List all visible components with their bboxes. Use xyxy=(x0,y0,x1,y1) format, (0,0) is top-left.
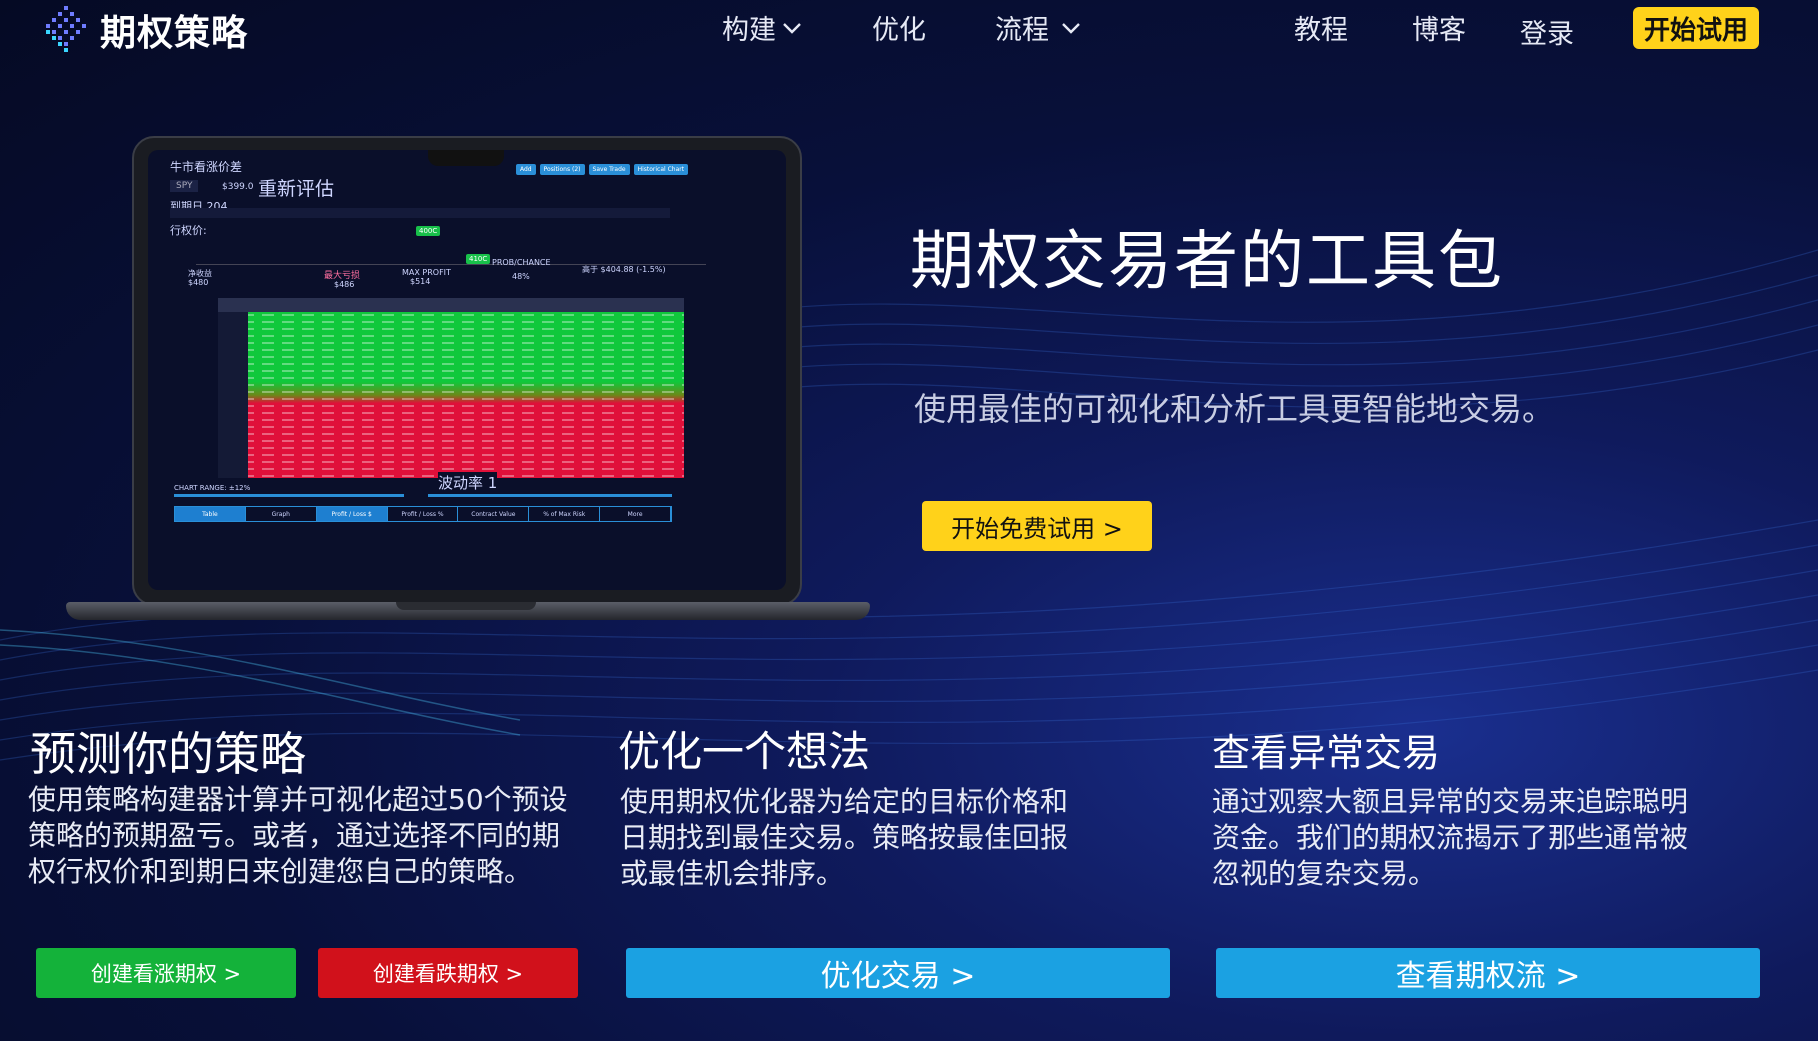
nav-optimize[interactable]: 优化 xyxy=(872,8,926,47)
feature-desc-optimize: 使用期权优化器为给定的目标价格和 日期找到最佳交易。策略按最佳回报 或最佳机会排… xyxy=(620,784,1068,892)
screen-max-profit-label: MAX PROFIT xyxy=(402,268,451,277)
nav-build[interactable]: 构建 xyxy=(722,8,802,47)
nav-login-label: 登录 xyxy=(1520,19,1574,50)
feature-desc-line: 忽视的复杂交易。 xyxy=(1212,857,1437,890)
nav-blog[interactable]: 博客 xyxy=(1412,8,1466,47)
feature-title-forecast: 预测你的策略 xyxy=(30,727,306,781)
feature-desc-line: 日期找到最佳交易。策略按最佳回报 xyxy=(620,821,1069,854)
create-call-button[interactable]: 创建看涨期权 > xyxy=(36,948,296,998)
screen-volatility-slider xyxy=(428,494,672,497)
feature-desc-line: 使用期权优化器为给定的目标价格和 xyxy=(620,785,1069,818)
app-screenshot: 牛市看涨价差 SPY $399.0 重新评估 到期日 204 行权价: Add … xyxy=(148,150,786,590)
feature-desc-line: 资金。我们的期权流揭示了那些通常被 xyxy=(1212,821,1689,854)
screen-tab: Contract Value xyxy=(458,507,530,521)
nav-build-label: 构建 xyxy=(722,15,776,46)
nav-flow[interactable]: 流程 xyxy=(995,8,1081,47)
screen-net-value: $480 xyxy=(188,278,209,287)
hero-title: 期权交易者的工具包 xyxy=(910,225,1504,299)
laptop-lid: 牛市看涨价差 SPY $399.0 重新评估 到期日 204 行权价: Add … xyxy=(132,136,802,606)
screen-max-loss-value: $486 xyxy=(334,280,355,289)
nav-tutorials-label: 教程 xyxy=(1294,15,1348,46)
screen-ticker: SPY xyxy=(170,180,199,192)
free-trial-button[interactable]: 开始免费试用 > xyxy=(922,501,1152,551)
screen-toolbar-button: Add xyxy=(516,164,536,175)
screen-toolbar-button: Historical Chart xyxy=(633,164,689,175)
screen-toolbar-button: Positions (2) xyxy=(539,164,585,175)
screen-strike-label: 行权价: xyxy=(170,224,207,237)
brand-name: 期权策略 xyxy=(100,13,249,54)
screen-tab: % of Max Risk xyxy=(529,507,601,521)
screen-prob-value: 48% xyxy=(512,272,530,281)
screen-tab: Table xyxy=(175,507,246,521)
brand-logo[interactable]: 期权策略 xyxy=(40,4,248,56)
screen-price: $399.0 xyxy=(222,182,254,192)
chevron-down-icon xyxy=(783,22,801,34)
feature-desc-line: 或最佳机会排序。 xyxy=(620,857,845,890)
start-trial-button[interactable]: 开始试用 xyxy=(1633,7,1759,49)
screen-date-strip xyxy=(170,208,670,218)
nav-flow-label: 流程 xyxy=(995,15,1049,46)
feature-title-unusual: 查看异常交易 xyxy=(1212,731,1441,775)
screen-prob-label: PROB/CHANCE xyxy=(492,258,551,267)
screen-toolbar-button: Save Trade xyxy=(588,164,630,175)
create-put-button[interactable]: 创建看跌期权 > xyxy=(318,948,578,998)
screen-strategy-name: 牛市看涨价差 xyxy=(170,160,243,174)
screen-volatility: 波动率 1 xyxy=(438,472,498,493)
profit-loss-heatmap xyxy=(218,298,684,478)
screen-max-profit-value: $514 xyxy=(410,277,431,286)
nav-blog-label: 博客 xyxy=(1412,15,1466,46)
view-flow-button[interactable]: 查看期权流 > xyxy=(1216,948,1760,998)
screen-tab: Profit / Loss % xyxy=(388,507,459,521)
hero-subtitle: 使用最佳的可视化和分析工具更智能地交易。 xyxy=(914,390,1555,428)
screen-tab: Graph xyxy=(246,507,317,521)
laptop-base-notch xyxy=(396,602,536,610)
screen-range-slider xyxy=(174,494,404,497)
screen-tabs: Table Graph Profit / Loss $ Profit / Los… xyxy=(174,506,672,522)
feature-desc-line: 权行权价和到期日来创建您自己的策略。 xyxy=(28,855,533,888)
screen-chart-range: CHART RANGE: ±12% xyxy=(174,484,251,492)
feature-desc-unusual: 通过观察大额且异常的交易来追踪聪明 资金。我们的期权流揭示了那些通常被 忽视的复… xyxy=(1212,784,1688,892)
screen-strike-scale xyxy=(196,250,706,265)
screen-tab: More xyxy=(600,507,672,521)
feature-title-optimize: 优化一个想法 xyxy=(618,727,871,776)
screen-leg-tag: 410C xyxy=(466,254,491,264)
optimize-trade-button[interactable]: 优化交易 > xyxy=(626,948,1170,998)
feature-desc-forecast: 使用策略构建器计算并可视化超过50个预设 策略的预期盈亏。或者，通过选择不同的期… xyxy=(28,782,568,890)
feature-desc-line: 通过观察大额且异常的交易来追踪聪明 xyxy=(1212,785,1689,818)
chevron-down-icon xyxy=(1062,22,1080,34)
screen-breakeven: 高于 $404.88 (-1.5%) xyxy=(582,265,666,274)
feature-desc-line: 策略的预期盈亏。或者，通过选择不同的期 xyxy=(28,819,561,852)
nav-tutorials[interactable]: 教程 xyxy=(1294,8,1348,47)
nav-optimize-label: 优化 xyxy=(872,15,926,46)
screen-leg-tag: 400C xyxy=(416,226,441,236)
screen-toolbar: Add Positions (2) Save Trade Historical … xyxy=(516,164,689,175)
feature-desc-line: 使用策略构建器计算并可视化超过50个预设 xyxy=(28,783,568,816)
laptop-mockup: 牛市看涨价差 SPY $399.0 重新评估 到期日 204 行权价: Add … xyxy=(66,136,870,620)
nav-login[interactable]: 登录 xyxy=(1520,12,1574,51)
screen-tab: Profit / Loss $ xyxy=(316,507,388,521)
camera-notch xyxy=(428,150,504,166)
diamond-grid-icon xyxy=(46,6,86,52)
screen-reevaluate: 重新评估 xyxy=(258,178,335,200)
top-nav: 期权策略 构建 优化 流程 教程 博客 登录 开始试用 xyxy=(0,0,1818,60)
